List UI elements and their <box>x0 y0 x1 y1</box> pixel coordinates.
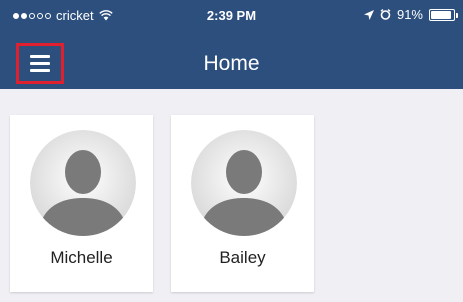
profile-name: Bailey <box>219 248 266 267</box>
alarm-icon <box>380 9 391 20</box>
page-title: Home <box>203 52 260 75</box>
battery-percent: 91% <box>396 7 423 22</box>
profile-card-bailey[interactable]: Bailey <box>171 115 314 292</box>
status-right: 91% <box>363 7 458 22</box>
top-bar: cricket 2:39 PM 91% Home <box>0 0 463 89</box>
profile-card-michelle[interactable]: Michelle <box>10 115 153 292</box>
battery-icon <box>429 8 458 21</box>
status-bar: cricket 2:39 PM 91% <box>0 0 463 28</box>
location-arrow-icon <box>363 9 374 20</box>
profile-name: Michelle <box>50 248 113 267</box>
person-placeholder-icon <box>30 130 136 236</box>
person-placeholder-icon <box>191 130 297 236</box>
